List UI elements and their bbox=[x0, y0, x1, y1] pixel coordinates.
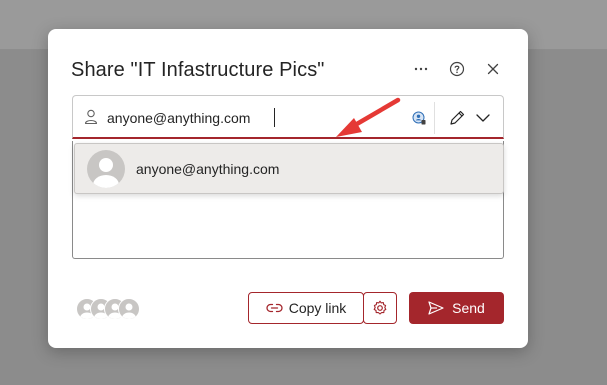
field-divider bbox=[434, 102, 435, 134]
copy-link-label: Copy link bbox=[288, 300, 347, 316]
pencil-icon bbox=[450, 110, 465, 125]
more-icon[interactable] bbox=[412, 57, 430, 81]
close-icon[interactable] bbox=[484, 57, 502, 81]
shared-with-avatars[interactable] bbox=[76, 298, 148, 322]
help-icon[interactable] bbox=[448, 57, 466, 81]
person-icon bbox=[84, 109, 98, 125]
suggestion-email: anyone@anything.com bbox=[136, 160, 280, 177]
people-picker-field[interactable] bbox=[72, 95, 504, 139]
link-settings-button[interactable] bbox=[363, 292, 397, 324]
dialog-header-actions bbox=[412, 57, 502, 81]
avatar bbox=[87, 149, 125, 188]
send-label: Send bbox=[452, 300, 485, 316]
copy-link-button[interactable]: Copy link bbox=[248, 292, 364, 324]
share-dialog: Share "IT Infastructure Pics" anyone@any… bbox=[48, 29, 528, 348]
gear-icon bbox=[373, 300, 387, 315]
contact-lookup-icon[interactable] bbox=[411, 110, 427, 126]
send-icon bbox=[428, 301, 444, 315]
dialog-title: Share "IT Infastructure Pics" bbox=[71, 59, 325, 81]
chevron-down-icon bbox=[476, 114, 490, 122]
link-icon bbox=[266, 303, 283, 313]
send-button[interactable]: Send bbox=[409, 292, 504, 324]
suggestion-item[interactable]: anyone@anything.com bbox=[74, 143, 504, 194]
text-cursor bbox=[274, 108, 275, 127]
permission-dropdown-button[interactable] bbox=[441, 102, 497, 134]
avatar bbox=[118, 298, 140, 320]
people-input[interactable] bbox=[107, 108, 407, 128]
